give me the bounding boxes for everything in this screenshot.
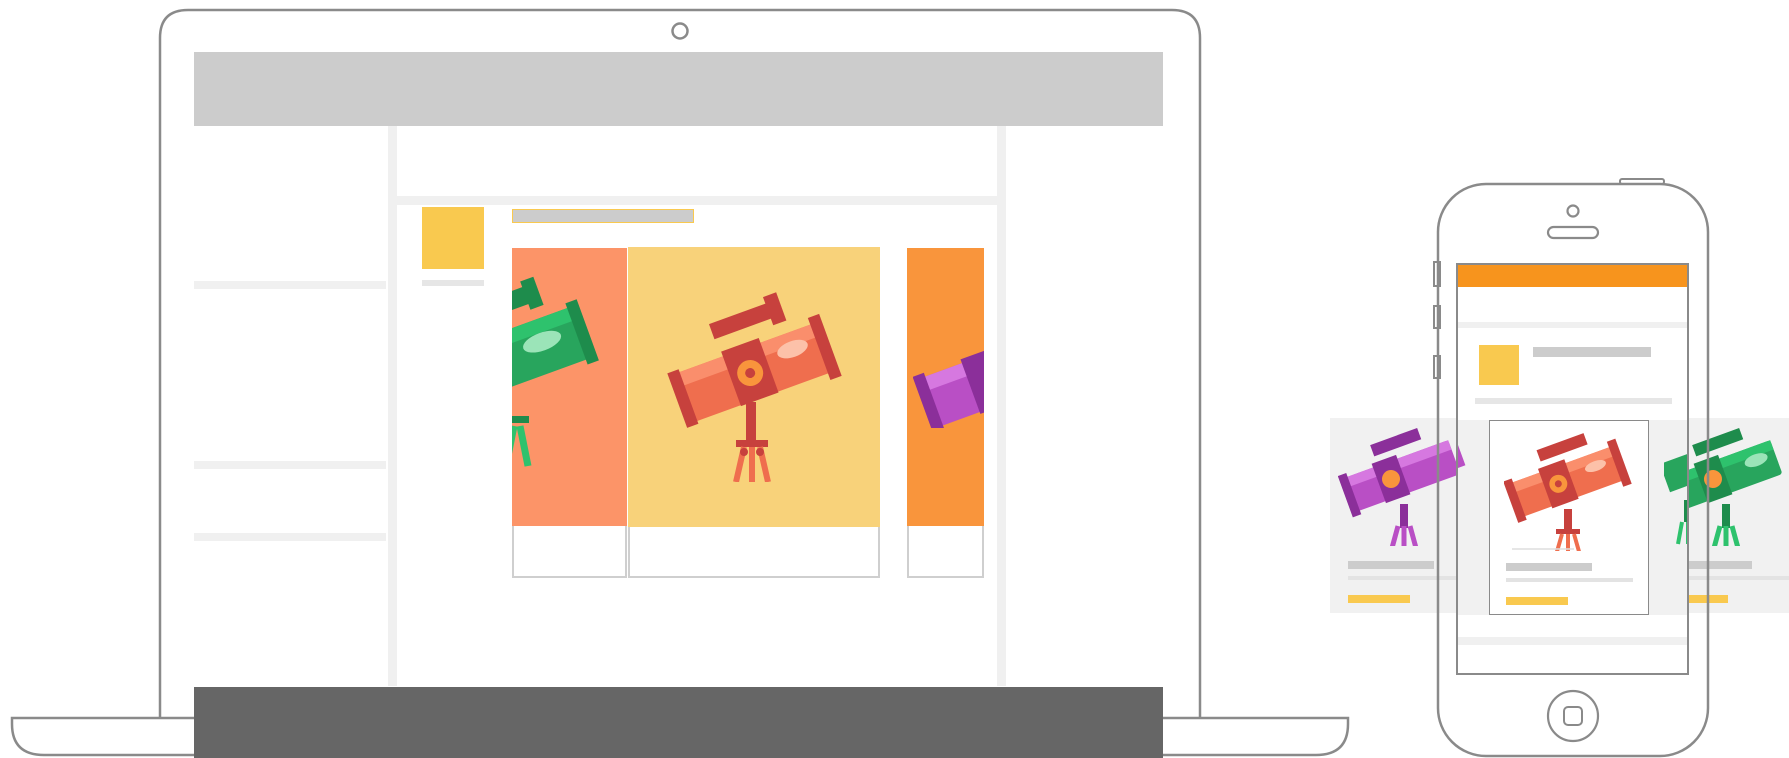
sidebar-divider xyxy=(194,281,386,289)
avatar-caption-line xyxy=(422,280,484,286)
title-placeholder xyxy=(512,209,694,223)
sidebar-divider xyxy=(194,533,386,541)
carousel-card-prev[interactable] xyxy=(512,248,627,578)
telescope-green-icon xyxy=(512,276,599,467)
phone-carousel-card-active[interactable] xyxy=(1489,420,1649,615)
card-caption-area xyxy=(512,526,627,578)
site-header-bar xyxy=(194,52,1163,126)
content-divider xyxy=(397,196,997,205)
home-button-icon[interactable] xyxy=(1546,689,1600,743)
telescope-purple-icon xyxy=(1458,444,1466,470)
phone-avatar xyxy=(1479,345,1519,385)
site-footer-bar xyxy=(194,687,1163,758)
laptop-screen xyxy=(194,52,1163,758)
phone-title-placeholder xyxy=(1533,347,1651,357)
telescope-red-icon xyxy=(667,292,842,482)
telescope-red-icon xyxy=(1504,433,1632,551)
carousel-card-next[interactable] xyxy=(907,248,984,578)
phone-header-bar xyxy=(1458,265,1687,287)
webcam-icon xyxy=(671,22,689,40)
phone-divider xyxy=(1458,322,1687,328)
card-title-line xyxy=(1506,563,1592,571)
card-caption-area xyxy=(628,527,880,578)
card-meta-line xyxy=(1506,578,1633,582)
left-sidebar xyxy=(194,126,386,686)
phone-meta-line xyxy=(1475,398,1672,404)
phone-screen xyxy=(1456,263,1689,675)
column-divider xyxy=(997,126,1006,686)
sidebar-divider xyxy=(194,461,386,469)
card-caption-area xyxy=(907,526,984,578)
column-divider xyxy=(388,126,397,686)
avatar xyxy=(422,207,484,269)
carousel-card-active[interactable] xyxy=(628,247,880,578)
card-price-line xyxy=(1348,595,1410,603)
telescope-purple-icon xyxy=(913,327,984,428)
phone-divider xyxy=(1458,637,1687,645)
card-price-line xyxy=(1506,597,1568,605)
telescope-green-icon xyxy=(1664,453,1687,545)
